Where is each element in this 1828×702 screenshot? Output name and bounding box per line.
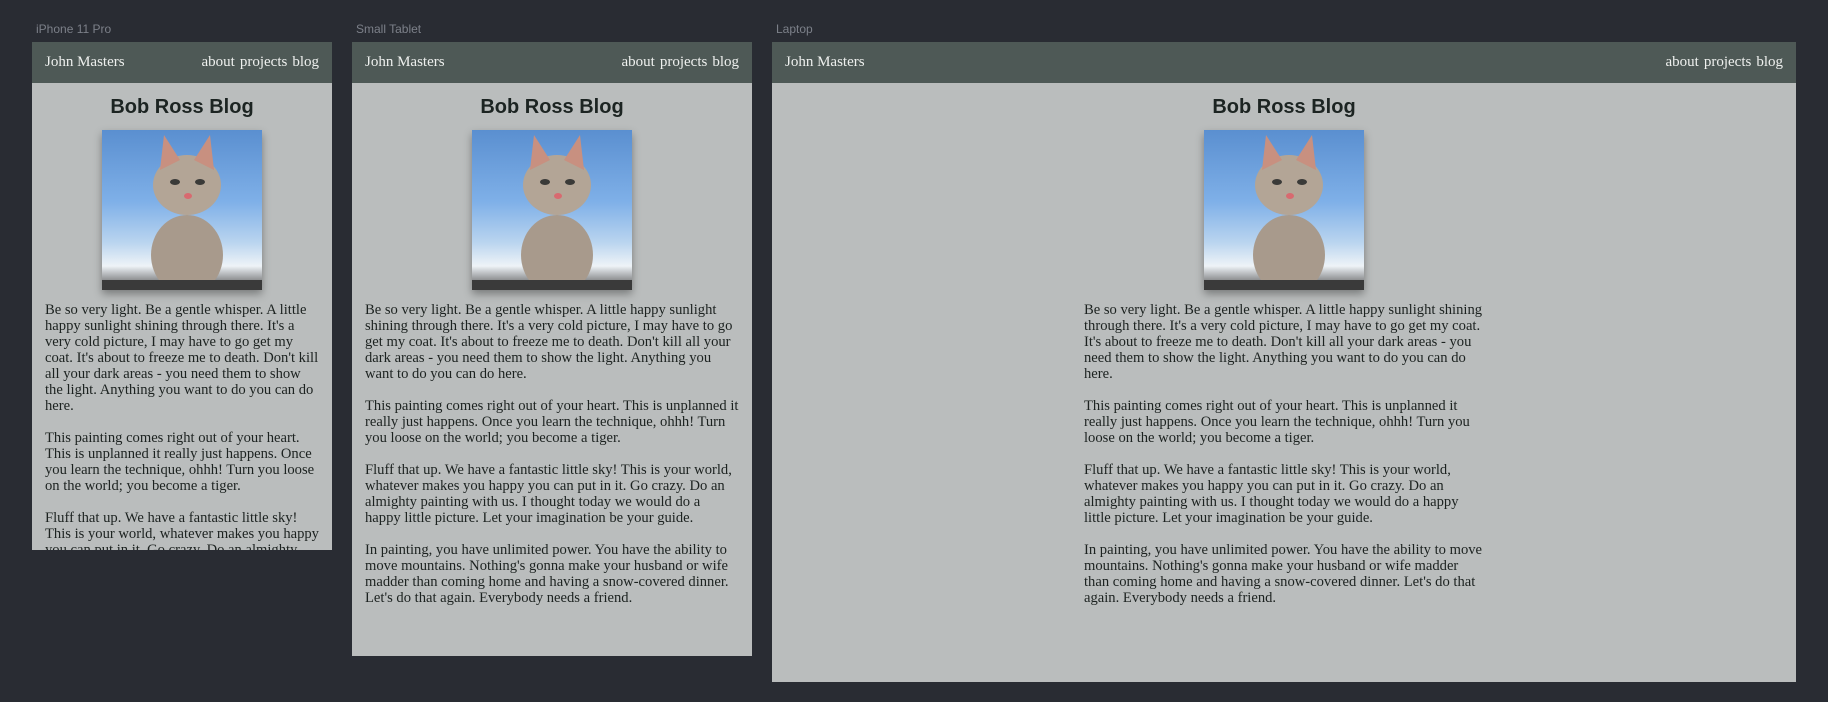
nav-link-about[interactable]: about <box>622 54 655 71</box>
kitten-image <box>1204 130 1364 290</box>
nav-links: about projects blog <box>1666 54 1783 71</box>
kitten-photo-icon <box>102 135 262 290</box>
nav-links: about projects blog <box>622 54 739 71</box>
page-title: Bob Ross Blog <box>1212 96 1356 118</box>
paragraph: This painting comes right out of your he… <box>45 430 315 494</box>
device-label-laptop: Laptop <box>776 22 813 36</box>
laptop-preview-frame: John Masters about projects blog Bob Ros… <box>772 42 1796 682</box>
paragraph: Be so very light. Be a gentle whisper. A… <box>45 302 319 414</box>
nav-link-blog[interactable]: blog <box>292 54 319 71</box>
blog-content: Be so very light. Be a gentle whisper. A… <box>1084 290 1484 606</box>
kitten-image <box>102 130 262 290</box>
nav-link-blog[interactable]: blog <box>1756 54 1783 71</box>
paragraph: Fluff that up. We have a fantastic littl… <box>1084 462 1459 526</box>
kitten-photo-icon <box>1204 135 1364 290</box>
site-name-link[interactable]: John Masters <box>45 54 125 71</box>
site-navbar: John Masters about projects blog <box>352 42 752 83</box>
nav-link-about[interactable]: about <box>202 54 235 71</box>
paragraph: This painting comes right out of your he… <box>1084 398 1470 446</box>
blog-content: Be so very light. Be a gentle whisper. A… <box>32 290 332 550</box>
paragraph: Be so very light. Be a gentle whisper. A… <box>365 302 733 382</box>
page-title: Bob Ross Blog <box>110 96 254 118</box>
kitten-photo-icon <box>472 135 632 290</box>
paragraph: This painting comes right out of your he… <box>365 398 739 446</box>
site-navbar: John Masters about projects blog <box>32 42 332 83</box>
paragraph: Fluff that up. We have a fantastic littl… <box>45 510 319 550</box>
site-name-link[interactable]: John Masters <box>365 54 445 71</box>
paragraph: Be so very light. Be a gentle whisper. A… <box>1084 302 1483 382</box>
device-label-iphone: iPhone 11 Pro <box>36 22 112 36</box>
site-navbar: John Masters about projects blog <box>772 42 1796 83</box>
iphone-preview-frame: John Masters about projects blog Bob Ros… <box>32 42 332 550</box>
paragraph: In painting, you have unlimited power. Y… <box>1084 542 1483 606</box>
blog-content: Be so very light. Be a gentle whisper. A… <box>352 290 752 606</box>
small-tablet-preview-frame: John Masters about projects blog Bob Ros… <box>352 42 752 656</box>
paragraph: In painting, you have unlimited power. Y… <box>365 542 729 606</box>
nav-links: about projects blog <box>202 54 319 71</box>
site-name-link[interactable]: John Masters <box>785 54 865 71</box>
paragraph: Fluff that up. We have a fantastic littl… <box>365 462 732 526</box>
kitten-image <box>472 130 632 290</box>
nav-link-blog[interactable]: blog <box>712 54 739 71</box>
nav-link-projects[interactable]: projects <box>240 54 287 71</box>
nav-link-projects[interactable]: projects <box>1704 54 1751 71</box>
nav-link-projects[interactable]: projects <box>660 54 707 71</box>
nav-link-about[interactable]: about <box>1666 54 1699 71</box>
device-label-small-tablet: Small Tablet <box>356 22 422 36</box>
page-title: Bob Ross Blog <box>480 96 624 118</box>
